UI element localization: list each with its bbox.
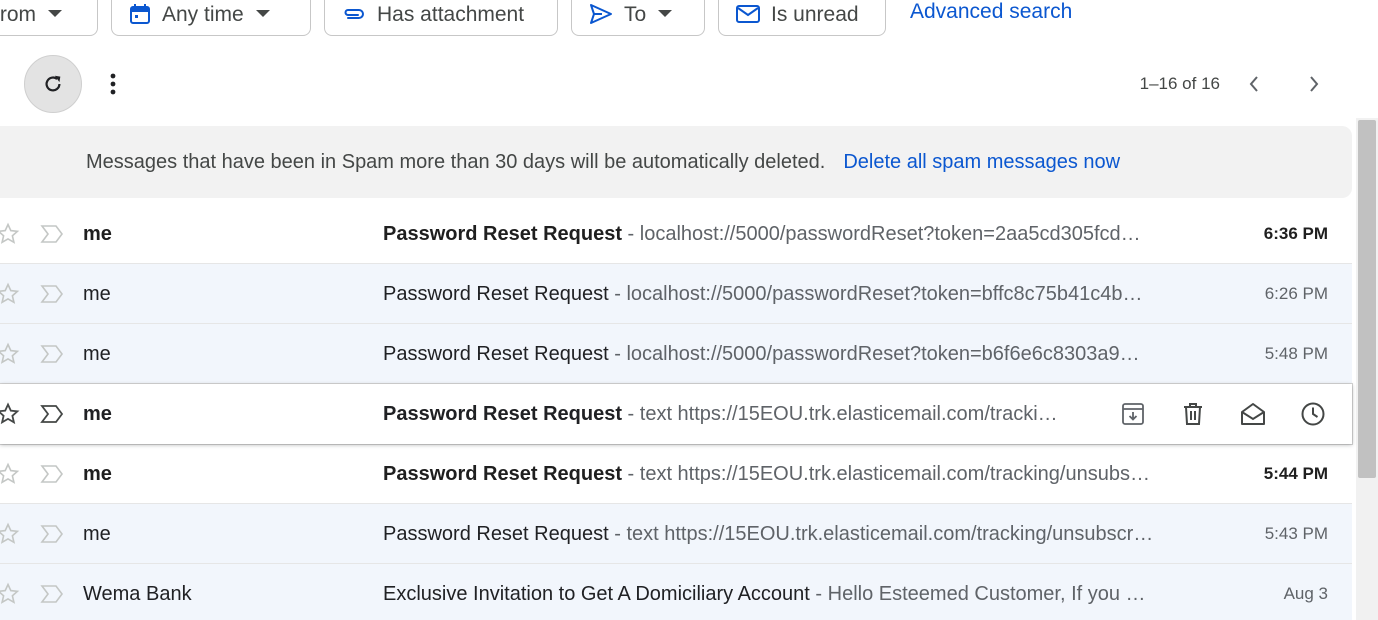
email-row[interactable]: me Password Reset Request - text https:/… xyxy=(0,444,1352,504)
important-marker-icon[interactable] xyxy=(40,284,64,304)
chevron-down-icon xyxy=(255,10,270,17)
email-snippet: - Hello Esteemed Customer, If you … xyxy=(809,583,1146,605)
email-row[interactable]: me Password Reset Request - localhost://… xyxy=(0,204,1352,264)
star-icon[interactable] xyxy=(0,342,20,366)
archive-icon xyxy=(1122,403,1144,425)
chevron-right-icon xyxy=(1310,76,1319,92)
clock-icon xyxy=(1301,402,1325,426)
from-filter-label: From xyxy=(0,2,36,26)
star-icon[interactable] xyxy=(0,222,20,246)
email-time: Aug 3 xyxy=(1283,584,1328,603)
spam-notice-banner: Messages that have been in Spam more tha… xyxy=(0,126,1352,198)
trash-icon xyxy=(1184,403,1202,425)
delete-all-spam-link[interactable]: Delete all spam messages now xyxy=(843,151,1120,174)
email-row[interactable]: me Password Reset Request - localhost://… xyxy=(0,264,1352,324)
email-subject: Password Reset Request xyxy=(383,223,622,245)
to-filter-label: To xyxy=(624,2,647,26)
email-snippet: - localhost://5000/passwordReset?token=b… xyxy=(608,283,1143,305)
any-time-filter-label: Any time xyxy=(162,2,244,26)
email-time: 6:26 PM xyxy=(1264,284,1328,303)
email-preview: Password Reset Request - localhost://500… xyxy=(383,282,1183,306)
email-row[interactable]: me Password Reset Request - text https:/… xyxy=(0,504,1352,564)
email-preview: Exclusive Invitation to Get A Domiciliar… xyxy=(383,582,1183,606)
email-preview: Password Reset Request - text https://15… xyxy=(383,522,1183,546)
email-row[interactable]: Wema Bank Exclusive Invitation to Get A … xyxy=(0,564,1352,620)
scrollbar-thumb[interactable] xyxy=(1358,120,1376,478)
email-sender: me xyxy=(83,223,112,245)
important-marker-icon[interactable] xyxy=(40,464,64,484)
email-subject: Exclusive Invitation to Get A Domiciliar… xyxy=(383,583,810,605)
star-icon[interactable] xyxy=(0,522,20,546)
email-time: 5:44 PM xyxy=(1263,464,1328,483)
email-preview: Password Reset Request - text https://15… xyxy=(383,402,1085,426)
email-snippet: - text https://15EOU.trk.elasticemail.co… xyxy=(621,403,1058,425)
email-subject: Password Reset Request xyxy=(383,283,609,305)
important-marker-icon[interactable] xyxy=(40,344,64,364)
email-time: 5:43 PM xyxy=(1264,524,1328,543)
email-row[interactable]: me Password Reset Request - localhost://… xyxy=(0,324,1352,384)
send-icon xyxy=(590,4,612,24)
email-sender: me xyxy=(83,283,111,305)
email-time: 5:48 PM xyxy=(1264,344,1328,363)
archive-button[interactable] xyxy=(1118,399,1148,429)
has-attachment-filter-chip[interactable]: Has attachment xyxy=(324,0,558,36)
email-sender: me xyxy=(83,523,111,545)
email-snippet: - localhost://5000/passwordReset?token=2… xyxy=(621,223,1141,245)
is-unread-filter-chip[interactable]: Is unread xyxy=(718,0,886,36)
more-vert-icon xyxy=(110,73,116,95)
email-snippet: - localhost://5000/passwordReset?token=b… xyxy=(608,343,1140,365)
email-snippet: - text https://15EOU.trk.elasticemail.co… xyxy=(621,463,1150,485)
email-subject: Password Reset Request xyxy=(383,523,609,545)
email-sender: Wema Bank xyxy=(83,583,192,605)
star-icon[interactable] xyxy=(0,402,20,426)
spam-notice-text: Messages that have been in Spam more tha… xyxy=(86,150,826,173)
from-filter-chip[interactable]: From xyxy=(0,0,98,36)
email-preview: Password Reset Request - localhost://500… xyxy=(383,222,1183,246)
calendar-icon xyxy=(130,4,150,24)
delete-button[interactable] xyxy=(1178,399,1208,429)
newer-button[interactable] xyxy=(1242,70,1266,98)
star-icon[interactable] xyxy=(0,282,20,306)
email-list: me Password Reset Request - localhost://… xyxy=(0,204,1352,620)
any-time-filter-chip[interactable]: Any time xyxy=(111,0,311,36)
chevron-down-icon xyxy=(658,10,673,17)
row-hover-actions xyxy=(1118,399,1328,429)
email-preview: Password Reset Request - text https://15… xyxy=(383,462,1183,486)
email-row[interactable]: me Password Reset Request - text https:/… xyxy=(0,384,1352,444)
chevron-left-icon xyxy=(1249,76,1258,92)
star-icon[interactable] xyxy=(0,582,20,606)
important-marker-icon[interactable] xyxy=(40,224,64,244)
has-attachment-filter-label: Has attachment xyxy=(377,2,525,26)
paperclip-icon xyxy=(344,9,364,19)
open-mail-icon xyxy=(1241,403,1265,425)
star-icon[interactable] xyxy=(0,462,20,486)
older-button[interactable] xyxy=(1302,70,1326,98)
chevron-down-icon xyxy=(48,10,62,17)
email-time: 6:36 PM xyxy=(1263,224,1328,243)
email-preview: Password Reset Request - localhost://500… xyxy=(383,342,1183,366)
email-snippet: - text https://15EOU.trk.elasticemail.co… xyxy=(608,523,1154,545)
important-marker-icon[interactable] xyxy=(40,584,64,604)
email-subject: Password Reset Request xyxy=(383,463,622,485)
email-subject: Password Reset Request xyxy=(383,403,622,425)
is-unread-filter-label: Is unread xyxy=(771,2,859,26)
important-marker-icon[interactable] xyxy=(40,524,64,544)
email-sender: me xyxy=(83,343,111,365)
refresh-icon xyxy=(45,75,61,92)
refresh-button[interactable] xyxy=(24,55,82,113)
email-sender: me xyxy=(83,463,112,485)
snooze-button[interactable] xyxy=(1298,399,1328,429)
email-subject: Password Reset Request xyxy=(383,343,609,365)
advanced-search-link[interactable]: Advanced search xyxy=(910,0,1072,26)
important-marker-icon[interactable] xyxy=(40,404,64,424)
to-filter-chip[interactable]: To xyxy=(571,0,705,36)
pagination-label: 1–16 of 16 xyxy=(1139,74,1220,93)
mail-icon xyxy=(736,5,760,23)
email-sender: me xyxy=(83,403,112,425)
more-options-button[interactable] xyxy=(98,66,128,102)
mark-as-read-button[interactable] xyxy=(1238,399,1268,429)
